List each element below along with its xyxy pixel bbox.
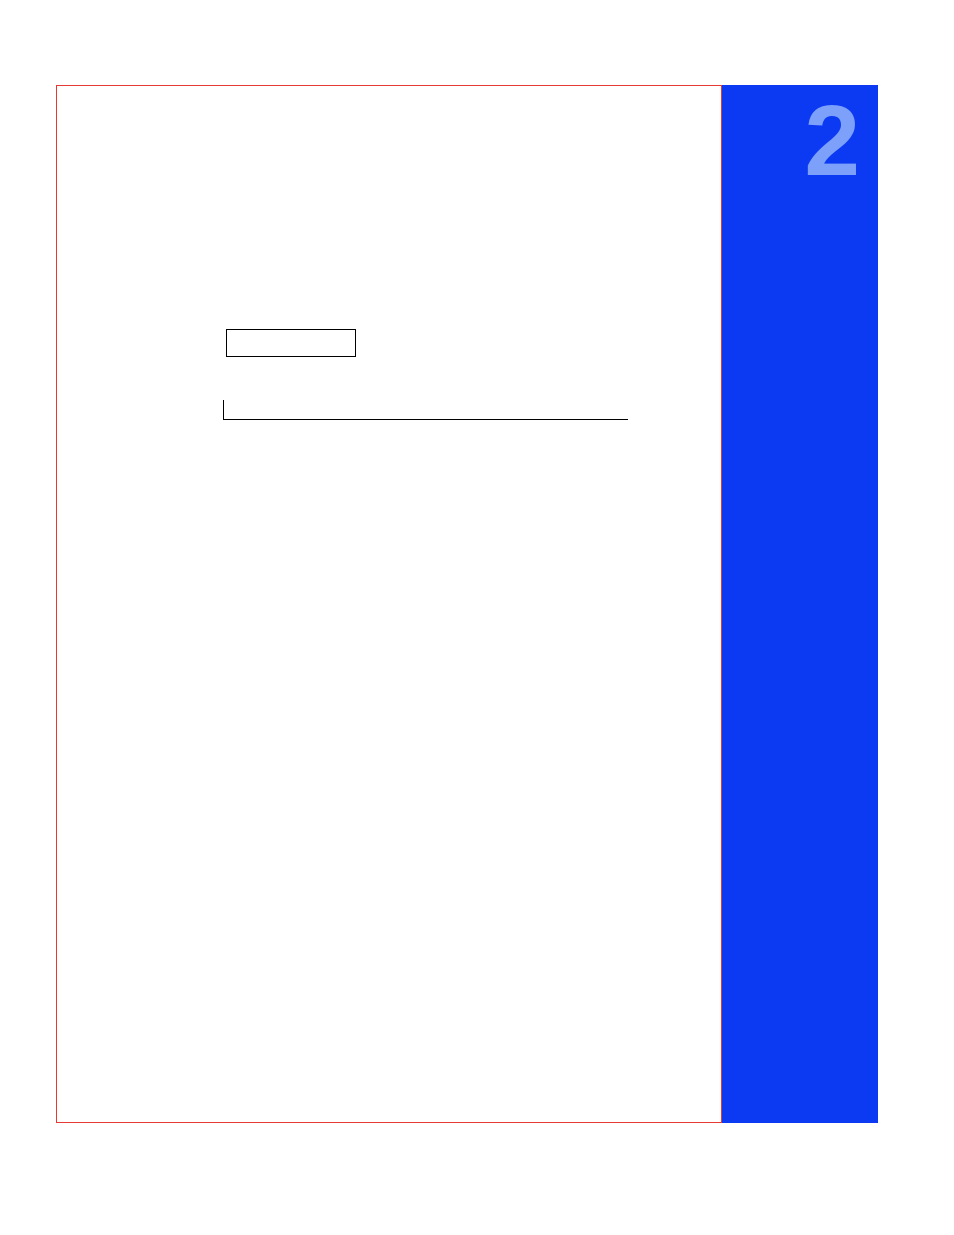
chapter-number: 2 bbox=[804, 91, 860, 191]
tab-notch bbox=[878, 225, 918, 319]
tab-notch bbox=[878, 817, 918, 919]
tab-notch bbox=[878, 367, 918, 469]
page-content-frame bbox=[56, 85, 722, 1123]
tab-notch bbox=[878, 667, 918, 767]
empty-box bbox=[226, 329, 356, 357]
horizontal-rule bbox=[224, 419, 628, 420]
chapter-tab-sidebar: 2 bbox=[722, 85, 878, 1123]
tab-notch bbox=[878, 517, 918, 619]
vertical-tick bbox=[223, 400, 224, 420]
tab-notch bbox=[878, 965, 918, 1013]
